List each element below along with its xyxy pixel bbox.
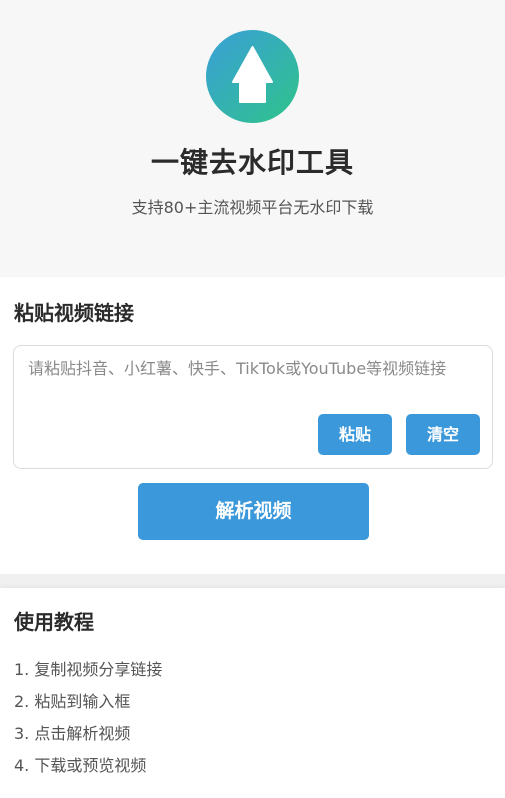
- tutorial-card: 使用教程 1. 复制视频分享链接 2. 粘贴到输入框 3. 点击解析视频 4. …: [0, 588, 505, 798]
- section-divider: [0, 574, 505, 588]
- tutorial-step: 3. 点击解析视频: [14, 724, 131, 743]
- tutorial-step: 2. 粘贴到输入框: [14, 692, 131, 711]
- app-subtitle: 支持80+主流视频平台无水印下载: [131, 198, 374, 217]
- app-header: 一键去水印工具 支持80+主流视频平台无水印下载: [0, 0, 505, 276]
- tutorial-step: 4. 下载或预览视频: [14, 756, 147, 775]
- video-link-input[interactable]: [28, 358, 480, 414]
- tutorial-steps: 1. 复制视频分享链接 2. 粘贴到输入框 3. 点击解析视频 4. 下载或预览…: [14, 654, 162, 782]
- tutorial-title: 使用教程: [14, 610, 94, 634]
- link-input-card: 粘贴视频链接 粘贴 清空 解析视频: [0, 277, 505, 574]
- link-input-box: 粘贴 清空: [13, 345, 493, 469]
- upload-arrow-icon: [232, 46, 273, 103]
- app-title: 一键去水印工具: [150, 146, 354, 179]
- clear-button[interactable]: 清空: [406, 414, 480, 455]
- tutorial-step: 1. 复制视频分享链接: [14, 660, 163, 679]
- app-logo: [206, 30, 299, 123]
- paste-button[interactable]: 粘贴: [318, 414, 392, 455]
- parse-video-button[interactable]: 解析视频: [138, 483, 369, 540]
- input-section-title: 粘贴视频链接: [14, 301, 134, 325]
